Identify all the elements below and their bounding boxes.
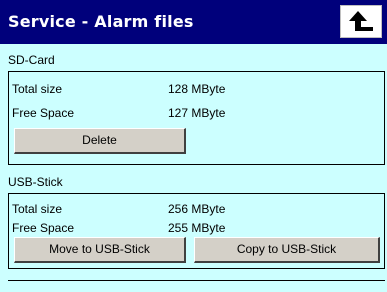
page-title: Service - Alarm files [8, 12, 194, 31]
title-bar: Service - Alarm files [0, 0, 387, 44]
sd-total-size-label: Total size [12, 82, 63, 96]
sd-card-group: Total size 128 MByte Free Space 127 MByt… [8, 71, 385, 165]
usb-free-space-label: Free Space [12, 221, 75, 235]
move-to-usb-button[interactable]: Move to USB-Stick [14, 237, 186, 263]
sd-total-size-value: 128 MByte [168, 82, 226, 96]
bottom-divider [8, 280, 385, 281]
copy-to-usb-button[interactable]: Copy to USB-Stick [194, 237, 380, 263]
usb-free-space-value: 255 MByte [168, 221, 226, 235]
delete-button[interactable]: Delete [14, 128, 186, 154]
usb-stick-label: USB-Stick [8, 175, 63, 189]
sd-free-space-value: 127 MByte [168, 106, 226, 120]
arrow-up-return-icon [349, 11, 373, 31]
alarm-files-screen: Service - Alarm files SD-Card Total size… [0, 0, 387, 292]
back-button[interactable] [340, 5, 382, 38]
sd-free-space-label: Free Space [12, 106, 75, 120]
usb-total-size-value: 256 MByte [168, 202, 226, 216]
usb-stick-group: Total size 256 MByte Free Space 255 MByt… [8, 193, 385, 269]
sd-card-label: SD-Card [8, 53, 55, 67]
usb-total-size-label: Total size [12, 202, 63, 216]
